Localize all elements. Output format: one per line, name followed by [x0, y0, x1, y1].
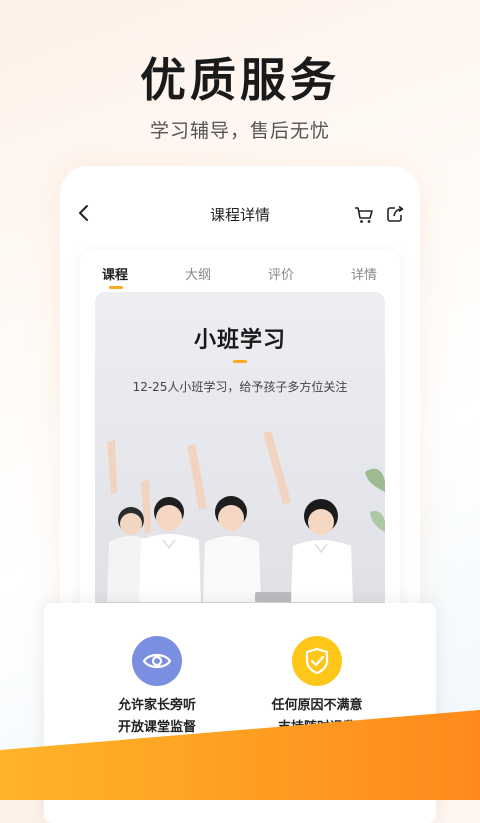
- eye-icon: [132, 636, 182, 686]
- shield-check-icon: [292, 636, 342, 686]
- tab-indicator: [109, 286, 123, 289]
- shield-icon-bg: [292, 636, 342, 686]
- banner-description: 12-25人小班学习，给予孩子多方位关注: [132, 380, 348, 394]
- decorative-wave: [0, 710, 480, 800]
- share-icon[interactable]: [386, 205, 404, 223]
- tab-reviews[interactable]: 评价: [268, 264, 294, 283]
- eye-icon-bg: [132, 636, 182, 686]
- tab-outline[interactable]: 大纲: [185, 264, 211, 283]
- tab-course[interactable]: 课程: [102, 264, 128, 283]
- tab-details[interactable]: 详情: [351, 264, 377, 283]
- hero-subtitle: 学习辅导，售后无忧: [149, 120, 330, 142]
- tab-bar: 课程 大纲 评价 详情: [80, 264, 400, 294]
- students-illustration: [95, 432, 385, 612]
- hero-title: 优质服务: [140, 53, 340, 107]
- cart-icon[interactable]: [354, 206, 374, 224]
- course-banner: 小班学习 12-25人小班学习，给予孩子多方位关注: [95, 292, 385, 612]
- nav-bar: 课程详情: [60, 166, 420, 262]
- banner-underline: [233, 360, 247, 363]
- banner-title: 小班学习: [193, 328, 286, 353]
